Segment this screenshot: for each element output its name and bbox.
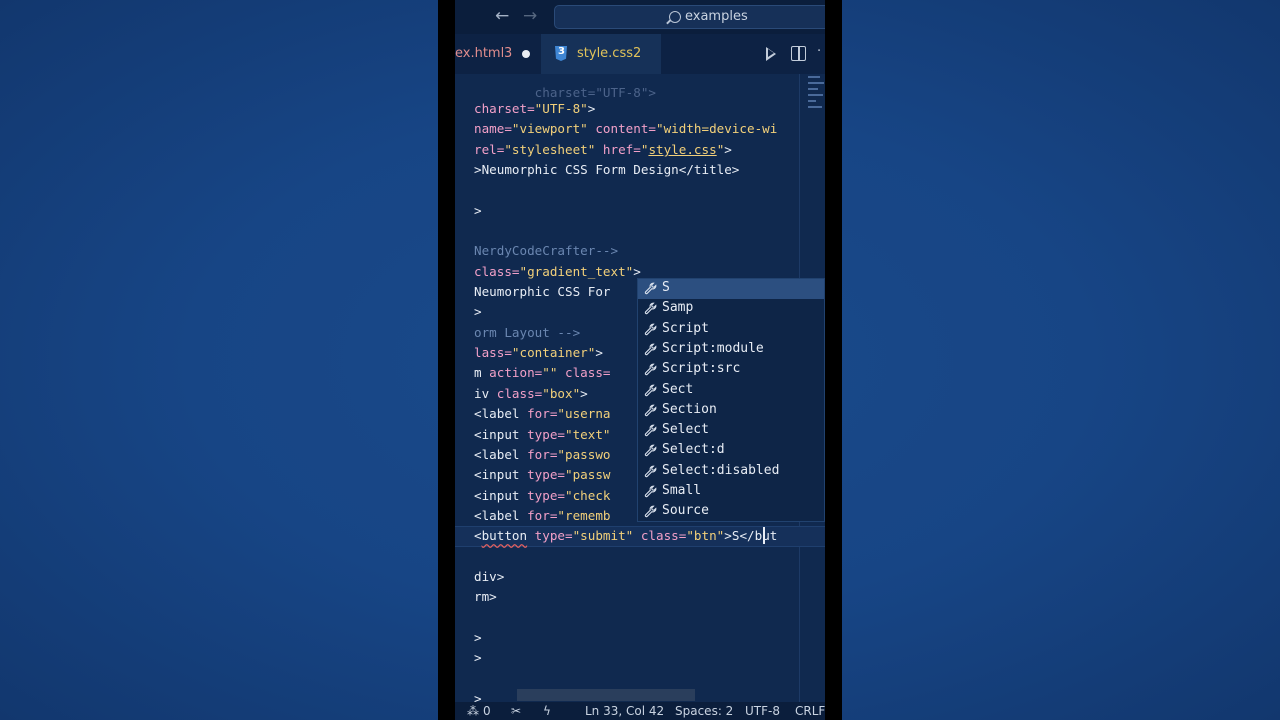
wrench-icon (644, 323, 657, 336)
suggestion-item[interactable]: S (638, 279, 824, 299)
code-line: iv class="box"> (474, 386, 588, 401)
command-center-search[interactable]: examples (554, 5, 825, 29)
run-icon[interactable] (766, 47, 776, 61)
code-line: rel="stylesheet" href="style.css"> (474, 142, 732, 157)
title-bar: ← → examples (455, 0, 825, 34)
code-line: Neumorphic CSS For (474, 284, 611, 299)
code-line: name="viewport" content="width=device-wi (474, 121, 778, 136)
code-line: class="gradient_text"> (474, 264, 641, 279)
wrench-icon (644, 485, 657, 498)
vscode-window: ← → examples ex.html 3 style.css 2 · (455, 0, 825, 720)
suggestion-item[interactable]: Select:disabled (638, 462, 824, 482)
code-line: <input type="passw (474, 467, 611, 482)
tab-problem-count: 2 (633, 46, 642, 61)
suggestion-item[interactable]: Select:d (638, 441, 824, 461)
horizontal-scrollbar[interactable] (517, 689, 695, 701)
suggestion-label: Source (662, 503, 709, 519)
suggestion-item[interactable]: Sect (638, 381, 824, 401)
phone-frame: ← → examples ex.html 3 style.css 2 · (438, 0, 842, 720)
wrench-icon (644, 282, 657, 295)
search-text: examples (685, 9, 748, 24)
code-line: <label for="userna (474, 406, 611, 421)
search-icon (669, 11, 681, 23)
suggestion-label: Script (662, 320, 709, 336)
css-file-icon (555, 46, 567, 61)
wrench-icon (644, 384, 657, 397)
more-actions-icon[interactable]: · (817, 44, 821, 59)
suggestion-label: Select (662, 422, 709, 438)
suggestion-item[interactable]: Script:src (638, 360, 824, 380)
wrench-icon (644, 404, 657, 417)
live-share-icon[interactable]: ϟ (543, 704, 551, 718)
tab-label: ex.html (455, 46, 505, 61)
wrench-icon (644, 505, 657, 518)
code-line: > (474, 203, 482, 218)
wrench-icon (644, 343, 657, 356)
cursor-position[interactable]: Ln 33, Col 42 (585, 704, 664, 718)
code-line: <label for="rememb (474, 508, 611, 523)
code-line: lass="container"> (474, 345, 603, 360)
code-line: NerdyCodeCrafter--> (474, 243, 619, 258)
suggestion-label: Script:src (662, 361, 741, 377)
suggestion-item[interactable]: Select (638, 421, 824, 441)
minimap[interactable] (806, 74, 825, 134)
autocomplete-popup[interactable]: S Samp Script Script:module Script:src Sect Se… (637, 278, 825, 522)
code-line: rm> (474, 589, 497, 604)
suggestion-item[interactable]: Script (638, 320, 824, 340)
suggestion-item[interactable]: Small (638, 482, 824, 502)
code-line: > (474, 630, 482, 645)
code-line: > (474, 650, 482, 665)
code-line: div> (474, 569, 505, 584)
status-bar: ⁂ 0 ✂ ϟ Ln 33, Col 42 Spaces: 2 UTF-8 CR… (455, 702, 825, 720)
code-line: >Neumorphic CSS Form Design</title> (474, 162, 740, 177)
tab-problem-count: 3 (504, 46, 513, 61)
suggestion-label: Section (662, 401, 717, 417)
code-line: charset="UTF-8"> (474, 66, 656, 100)
wrench-icon (644, 424, 657, 437)
code-line: <input type="text" (474, 427, 611, 442)
forward-arrow-icon[interactable]: → (523, 6, 537, 26)
text-cursor (763, 527, 765, 544)
code-line: > (474, 304, 482, 319)
unsaved-dot-icon[interactable] (522, 50, 530, 58)
wrench-icon (644, 465, 657, 478)
suggestion-item[interactable]: Section (638, 401, 824, 421)
suggestion-item[interactable]: Source (638, 502, 824, 522)
suggestion-label: S (662, 280, 670, 295)
encoding[interactable]: UTF-8 (745, 704, 780, 718)
ports-icon[interactable]: ⁂ (467, 704, 479, 718)
suggestion-label: Sect (662, 381, 694, 397)
wrench-icon (644, 363, 657, 376)
suggestion-item[interactable]: Script:module (638, 340, 824, 360)
suggestion-item[interactable]: Samp (638, 299, 824, 319)
end-of-line[interactable]: CRLF (795, 704, 825, 718)
back-arrow-icon[interactable]: ← (495, 6, 509, 26)
no-sync-icon[interactable]: ✂ (511, 704, 521, 718)
suggestion-label: Select:d (662, 442, 725, 458)
tab-label: style.css (577, 46, 633, 61)
code-line: <input type="check (474, 488, 611, 503)
code-line-active: <button type="submit" class="btn">S</but (474, 528, 778, 543)
code-line: m action="" class= (474, 365, 611, 380)
split-editor-icon[interactable] (791, 46, 806, 61)
suggestion-label: Select:disabled (662, 462, 780, 478)
code-line: charset="UTF-8"> (474, 101, 596, 116)
suggestion-label: Script:module (662, 340, 764, 356)
suggestion-label: Small (662, 483, 702, 498)
code-line: orm Layout --> (474, 325, 581, 340)
wrench-icon (644, 302, 657, 315)
indentation[interactable]: Spaces: 2 (675, 704, 733, 718)
wrench-icon (644, 444, 657, 457)
code-line: <label for="passwo (474, 447, 611, 462)
ports-count[interactable]: 0 (483, 704, 491, 718)
suggestion-label: Samp (662, 300, 694, 316)
code-line-partial: charset="UTF-8"> (534, 85, 656, 100)
